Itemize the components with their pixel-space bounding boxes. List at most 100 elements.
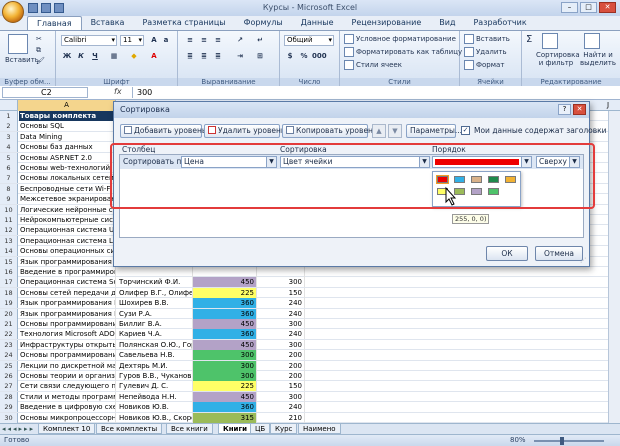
- cell-a[interactable]: Операционная система Linux: [19, 235, 116, 246]
- cell-c[interactable]: 300: [193, 360, 257, 371]
- cell-a[interactable]: Основы SQL: [19, 121, 116, 132]
- options-button[interactable]: Параметры...: [406, 124, 462, 138]
- cell-a[interactable]: Беспроводные сети Wi-Fi: [19, 183, 116, 194]
- minimize-button[interactable]: –: [561, 2, 578, 13]
- row-number[interactable]: 27: [0, 381, 18, 392]
- cell-d[interactable]: [257, 267, 305, 277]
- cell-c[interactable]: 225: [193, 287, 257, 298]
- cell-c[interactable]: 360: [193, 308, 257, 319]
- save-icon[interactable]: [28, 3, 38, 13]
- undo-icon[interactable]: [41, 3, 51, 13]
- cell-d[interactable]: 300: [257, 277, 305, 288]
- comma-icon[interactable]: 000: [312, 51, 327, 62]
- row-number[interactable]: 21: [0, 319, 18, 329]
- cell-c[interactable]: 360: [193, 402, 257, 413]
- cell-a[interactable]: Стили и методы программирования: [19, 391, 116, 402]
- cell-a[interactable]: Язык программирования Python: [19, 308, 116, 319]
- row-number[interactable]: 22: [0, 329, 18, 340]
- cell-a[interactable]: Data Mining: [19, 131, 116, 142]
- italic-button[interactable]: К: [75, 51, 87, 62]
- table-row[interactable]: 17Операционная система SolarisТорчинский…: [0, 277, 620, 288]
- borders-icon[interactable]: ▦: [108, 51, 120, 62]
- align-right-icon[interactable]: ≣: [212, 51, 224, 62]
- color-swatch[interactable]: [471, 176, 482, 183]
- row-number[interactable]: 7: [0, 173, 18, 184]
- table-row[interactable]: 26Основы теории и организации ЭВМГуров В…: [0, 371, 620, 382]
- cell-a[interactable]: Сети связи следующего поколения: [19, 381, 116, 392]
- table-row[interactable]: 19Язык программирования Perl 5Шохирев В.…: [0, 298, 620, 309]
- indent-icon[interactable]: ⇥: [234, 51, 246, 62]
- redo-icon[interactable]: [54, 3, 64, 13]
- align-top-icon[interactable]: ≡: [184, 35, 196, 46]
- cell-d[interactable]: 240: [257, 329, 305, 340]
- row-number[interactable]: 24: [0, 350, 18, 361]
- row-number[interactable]: 5: [0, 152, 18, 163]
- fx-icon[interactable]: fx: [114, 87, 122, 96]
- cell-d[interactable]: 300: [257, 339, 305, 350]
- tab-home[interactable]: Главная: [27, 16, 82, 30]
- cell-c[interactable]: 225: [193, 381, 257, 392]
- row-number[interactable]: 25: [0, 360, 18, 371]
- percent-icon[interactable]: %: [298, 51, 310, 62]
- cell-b[interactable]: Непейвода Н.Н.: [117, 391, 193, 402]
- close-button[interactable]: ✕: [599, 2, 616, 13]
- cell-b[interactable]: Гуров В.В., Чуканов: [117, 371, 193, 381]
- sheet-tab[interactable]: Все книги: [166, 424, 213, 434]
- table-row[interactable]: 16Введение в программирование: [0, 267, 620, 278]
- column-header-a[interactable]: A: [18, 100, 116, 111]
- table-row[interactable]: 29Введение в цифровую схемотехникуНовико…: [0, 402, 620, 413]
- cell-a[interactable]: Основы сетей передачи данных: [19, 287, 116, 298]
- tab-review[interactable]: Рецензирование: [343, 16, 431, 30]
- cell-a[interactable]: Инфраструктуры открытых ключей: [19, 339, 116, 350]
- row-number[interactable]: 26: [0, 371, 18, 381]
- shrink-font-icon[interactable]: a: [160, 35, 172, 46]
- align-center-icon[interactable]: ≣: [198, 51, 210, 62]
- cell-c[interactable]: 450: [193, 391, 257, 402]
- row-number[interactable]: 14: [0, 246, 18, 257]
- move-down-button[interactable]: ▼: [388, 124, 402, 138]
- row-number[interactable]: 29: [0, 402, 18, 413]
- cut-icon[interactable]: ✂: [36, 35, 42, 43]
- dialog-help-button[interactable]: ?: [558, 104, 571, 115]
- cell-a[interactable]: Введение в цифровую схемотехнику: [19, 402, 116, 413]
- row-number[interactable]: 6: [0, 163, 18, 173]
- table-row[interactable]: 30Основы микропроцессорной техникиНовико…: [0, 412, 620, 423]
- cell-a[interactable]: Операционная система Unix: [19, 225, 116, 236]
- row-number[interactable]: 16: [0, 267, 18, 277]
- table-row[interactable]: 23Инфраструктуры открытых ключейПолянска…: [0, 339, 620, 351]
- row-number[interactable]: 10: [0, 204, 18, 215]
- cell-b[interactable]: Олифер В.Г., Олифер: [117, 287, 193, 298]
- sort-filter-button[interactable]: Сортировка и фильтр: [536, 51, 580, 67]
- name-box[interactable]: C2: [2, 87, 88, 98]
- cell-d[interactable]: 200: [257, 371, 305, 381]
- zoom-slider-thumb[interactable]: [560, 437, 564, 445]
- row-number[interactable]: 15: [0, 256, 18, 267]
- color-swatch[interactable]: [436, 175, 449, 184]
- wrap-text-icon[interactable]: ↵: [254, 35, 266, 46]
- grow-font-icon[interactable]: A: [148, 35, 160, 46]
- cell-b[interactable]: Савельева Н.В.: [117, 350, 193, 361]
- cell-c[interactable]: [193, 267, 257, 277]
- color-swatch[interactable]: [488, 176, 499, 183]
- cell-b[interactable]: Сузи Р.А.: [117, 308, 193, 319]
- table-row[interactable]: 21Основы программирования на JavaБиллиг …: [0, 319, 620, 330]
- cell-d[interactable]: 240: [257, 298, 305, 309]
- row-number[interactable]: 18: [0, 287, 18, 298]
- tab-insert[interactable]: Вставка: [82, 16, 134, 30]
- table-row[interactable]: 22Технология Microsoft ADO .NETКариев Ч.…: [0, 329, 620, 340]
- sheet-tab[interactable]: Комплект 10: [38, 424, 96, 434]
- table-row[interactable]: 27Сети связи следующего поколенияГулевич…: [0, 381, 620, 392]
- cell-d[interactable]: 300: [257, 391, 305, 402]
- sheet-tab[interactable]: ЦБ: [250, 424, 271, 434]
- delete-cells-button[interactable]: Удалить: [464, 47, 507, 57]
- sort-on-select[interactable]: Цвет ячейки ▼: [280, 156, 430, 168]
- cell-d[interactable]: 150: [257, 381, 305, 392]
- insert-cells-button[interactable]: Вставить: [464, 34, 510, 44]
- column-header-j[interactable]: J: [596, 100, 620, 111]
- row-number[interactable]: 3: [0, 131, 18, 142]
- row-number[interactable]: 11: [0, 215, 18, 225]
- cell-a[interactable]: Лекции по дискретной математике: [19, 360, 116, 371]
- cell-c[interactable]: 360: [193, 329, 257, 340]
- cell-b[interactable]: Новиков Ю.В.: [117, 402, 193, 413]
- orientation-icon[interactable]: ↗: [234, 35, 246, 46]
